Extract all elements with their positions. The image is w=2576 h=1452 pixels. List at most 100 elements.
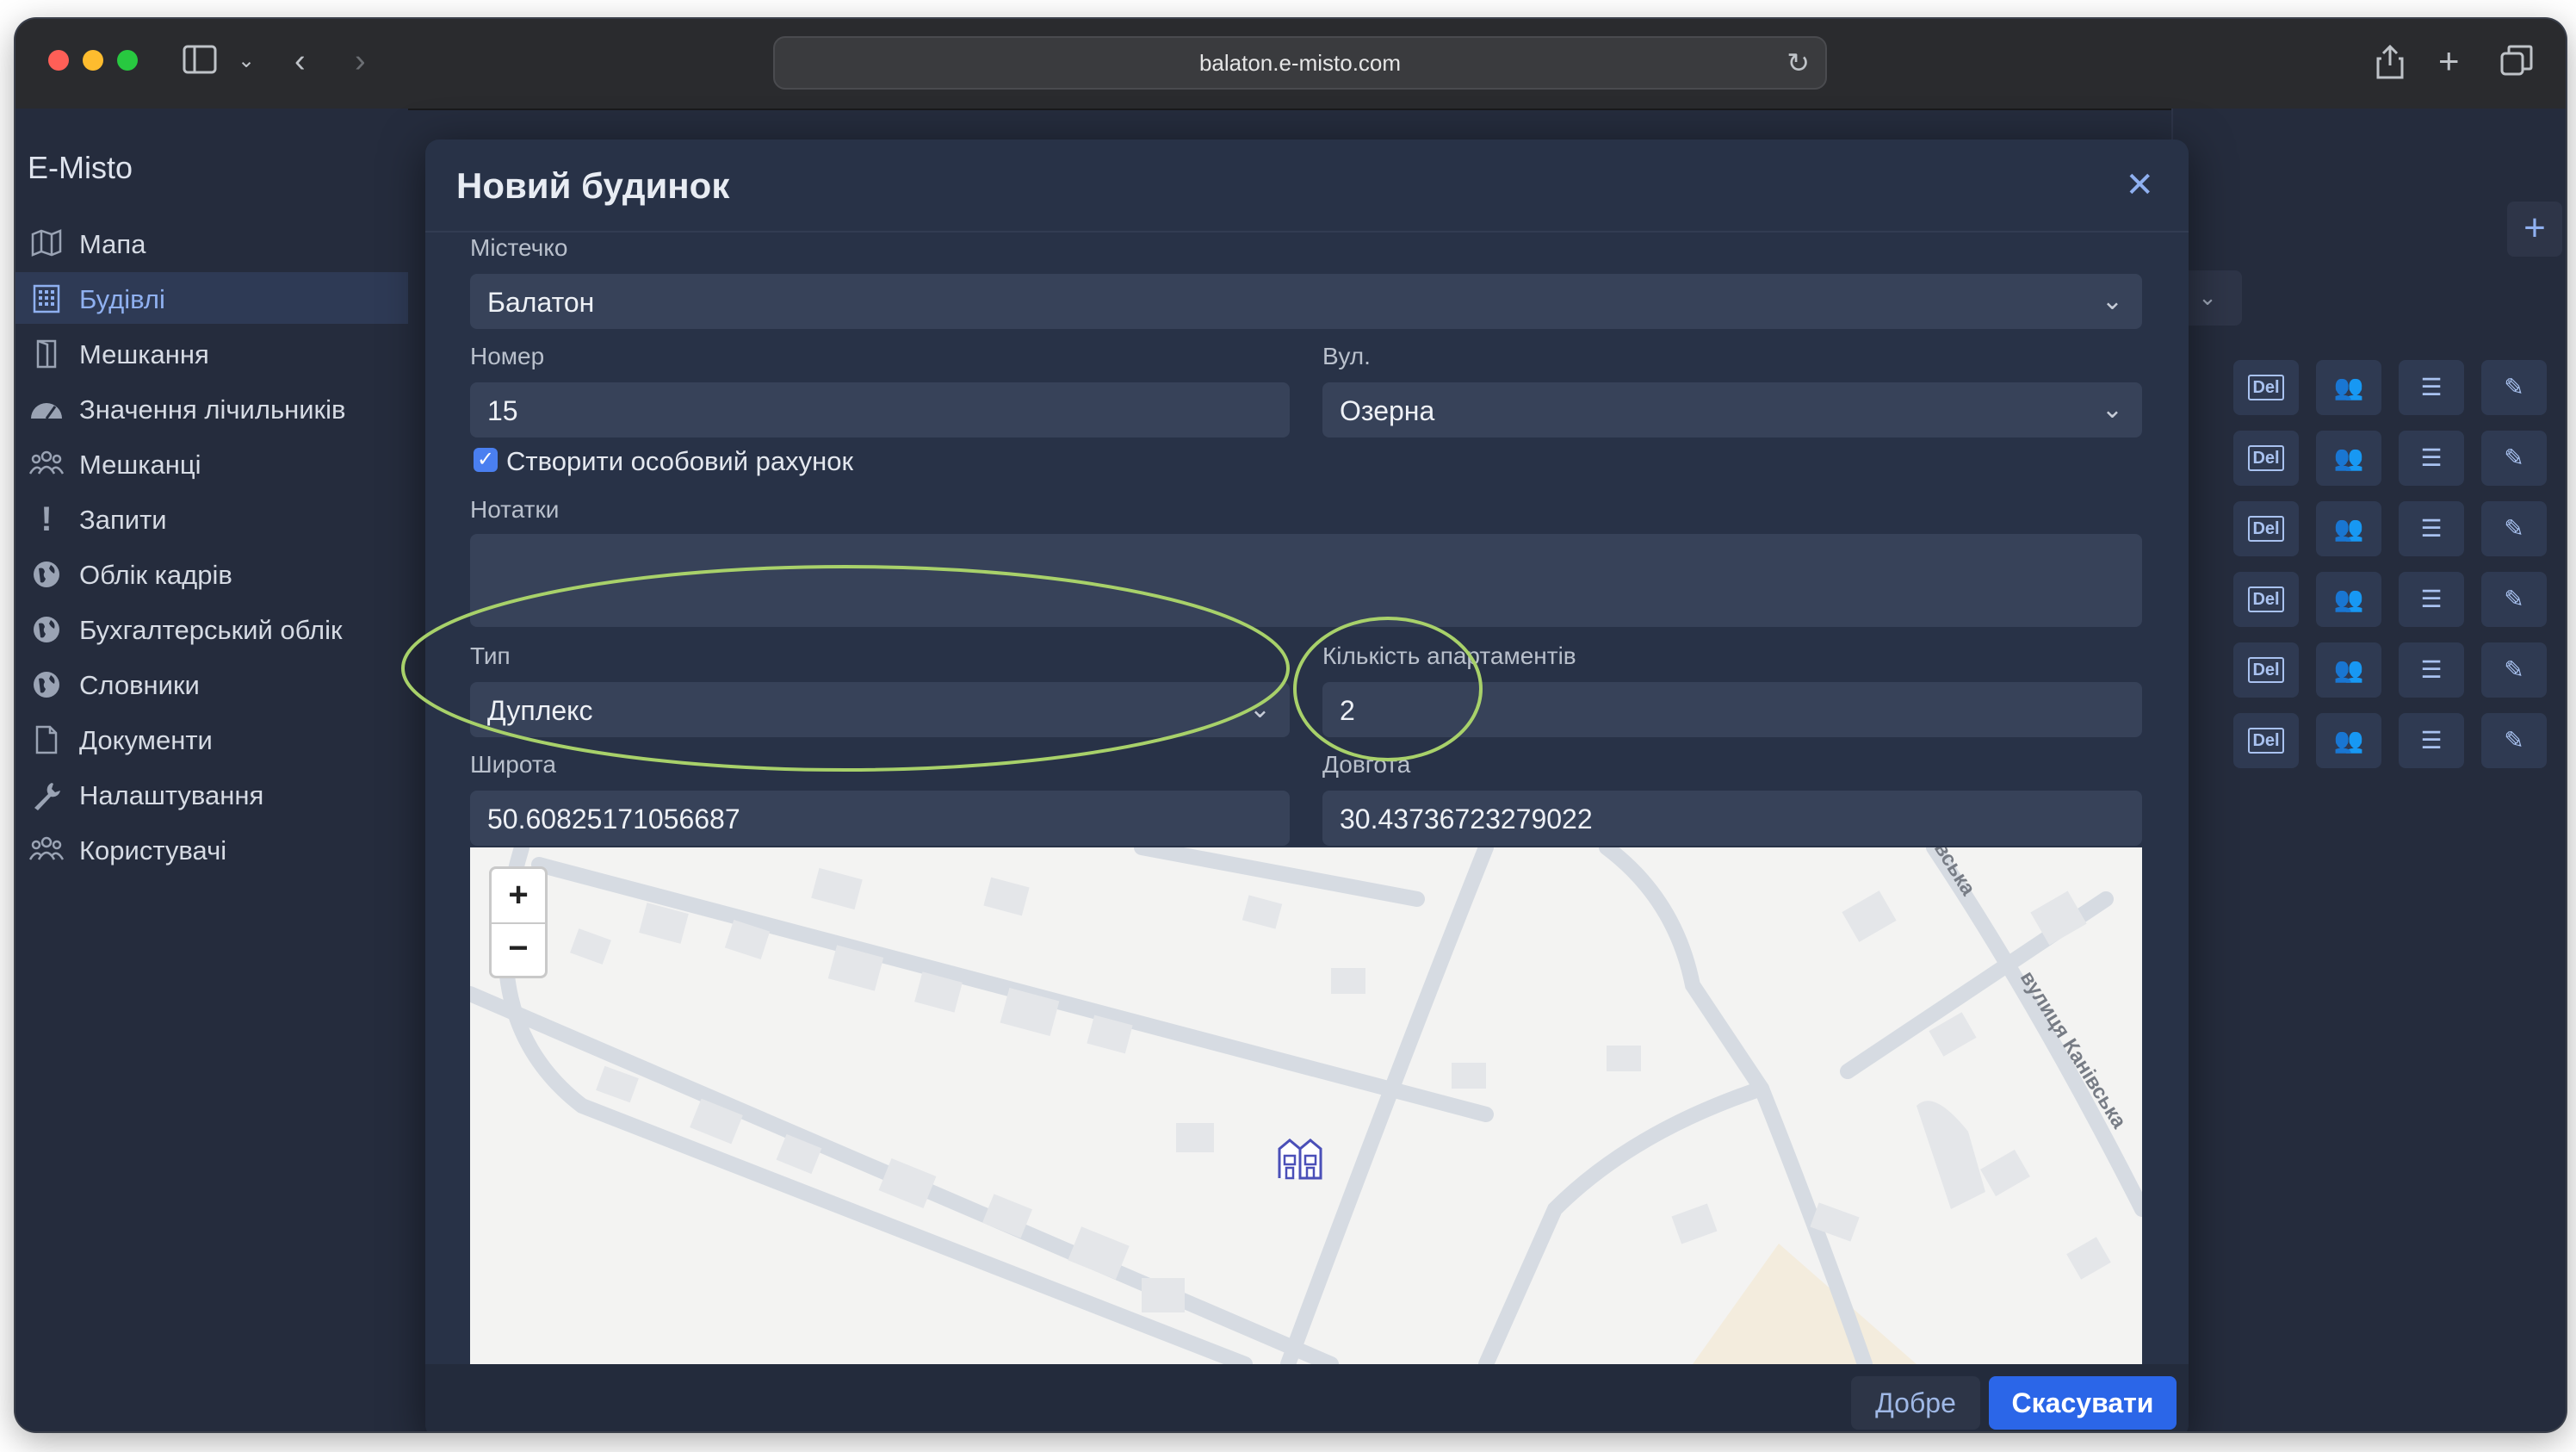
sidebar-item-residents[interactable]: Мешканці <box>15 437 408 489</box>
buildings-list-pane: + ⌄ Del 👥 ☰ ✎ Del 👥 ☰ ✎ Del 👥 ☰ ✎ Del 👥 ☰ ✎ Del 👥 ☰ ✎ Del 👥 ☰ ✎ <box>2171 109 2566 1431</box>
new-tab-icon[interactable]: + <box>2438 43 2460 79</box>
edit-icon: ✎ <box>2504 586 2524 612</box>
people-icon <box>28 450 65 479</box>
chevron-down-icon: ⌄ <box>2101 395 2123 424</box>
sidebar-item-label: Налаштування <box>79 780 264 810</box>
sidebar-item-map[interactable]: Мапа <box>15 217 408 269</box>
residents-icon: 👥 <box>2333 656 2364 683</box>
globe-icon <box>29 560 64 589</box>
address-bar[interactable]: balaton.e-misto.com ↻ <box>773 36 1827 90</box>
residents-icon: 👥 <box>2333 374 2364 400</box>
map-icon <box>29 229 64 258</box>
town-select[interactable]: Балатон ⌄ <box>470 274 2142 329</box>
sidebar-item-label: Будівлі <box>79 284 165 314</box>
residents-button[interactable]: 👥 <box>2316 360 2381 415</box>
exclamation-icon: ! <box>40 500 53 538</box>
forward-icon[interactable]: › <box>355 45 366 78</box>
sidebar-toggle-icon[interactable] <box>183 45 217 80</box>
zoom-in-button[interactable]: + <box>492 869 545 924</box>
edit-icon: ✎ <box>2504 656 2524 683</box>
sidebar-item-label: Мапа <box>79 229 146 259</box>
edit-button[interactable]: ✎ <box>2481 501 2547 556</box>
apartments-count-value: 2 <box>1340 695 1355 726</box>
sidebar-item-apartments[interactable]: Мешкання <box>15 327 408 379</box>
edit-button[interactable]: ✎ <box>2481 360 2547 415</box>
chevron-down-icon: ⌄ <box>2101 287 2123 315</box>
delete-button[interactable]: Del <box>2233 501 2299 556</box>
details-button[interactable]: ☰ <box>2399 501 2464 556</box>
details-button[interactable]: ☰ <box>2399 431 2464 486</box>
details-button[interactable]: ☰ <box>2399 642 2464 698</box>
location-map[interactable]: вулиця Канівська вська + − <box>470 847 2142 1364</box>
special-account-checkbox[interactable]: ✓ <box>474 448 498 472</box>
delete-button[interactable]: Del <box>2233 572 2299 627</box>
edit-button[interactable]: ✎ <box>2481 642 2547 698</box>
details-button[interactable]: ☰ <box>2399 713 2464 768</box>
apartments-count-field[interactable]: 2 <box>1322 682 2142 737</box>
sidebar-item-label: Документи <box>79 725 213 755</box>
town-value: Балатон <box>487 287 595 318</box>
wrench-icon <box>29 780 64 810</box>
share-icon[interactable] <box>2375 44 2406 85</box>
details-button[interactable]: ☰ <box>2399 360 2464 415</box>
cancel-button[interactable]: Скасувати <box>1989 1376 2177 1430</box>
delete-icon: Del <box>2248 657 2284 683</box>
sidebar-item-requests[interactable]: ! Запити <box>15 493 408 544</box>
latitude-field[interactable]: 50.60825171056687 <box>470 791 1290 846</box>
edit-icon: ✎ <box>2504 374 2524 400</box>
delete-button[interactable]: Del <box>2233 713 2299 768</box>
longitude-field[interactable]: 30.43736723279022 <box>1322 791 2142 846</box>
url-text: balaton.e-misto.com <box>1198 50 1402 76</box>
browser-titlebar: ⌄ ‹ › balaton.e-misto.com ↻ + <box>15 19 2566 110</box>
details-icon: ☰ <box>2420 444 2443 471</box>
delete-button[interactable]: Del <box>2233 360 2299 415</box>
back-icon[interactable]: ‹ <box>294 45 306 78</box>
chevron-down-icon: ⌄ <box>1248 695 1271 723</box>
residents-button[interactable]: 👥 <box>2316 713 2381 768</box>
type-value: Дуплекс <box>487 695 593 726</box>
residents-button[interactable]: 👥 <box>2316 431 2381 486</box>
dialog-footer: Добре Скасувати <box>425 1364 2189 1431</box>
gauge-icon <box>29 394 64 424</box>
new-building-dialog: Новий будинок ✕ Містечко Балатон ⌄ Номер… <box>425 140 2189 1431</box>
residents-button[interactable]: 👥 <box>2316 642 2381 698</box>
delete-button[interactable]: Del <box>2233 642 2299 698</box>
zoom-out-button[interactable]: − <box>492 922 545 976</box>
minimize-window-button[interactable] <box>83 50 103 71</box>
sidebar-item-label: Бухгалтерський облік <box>79 615 343 645</box>
delete-button[interactable]: Del <box>2233 431 2299 486</box>
sidebar-item-documents[interactable]: Документи <box>15 713 408 765</box>
sidebar-item-dictionaries[interactable]: Словники <box>15 658 408 710</box>
edit-button[interactable]: ✎ <box>2481 572 2547 627</box>
ok-button[interactable]: Добре <box>1851 1376 1980 1430</box>
delete-icon: Del <box>2248 516 2284 542</box>
street-select[interactable]: Озерна ⌄ <box>1322 382 2142 437</box>
chevron-down-icon: ⌄ <box>2198 284 2217 310</box>
maximize-window-button[interactable] <box>117 50 138 71</box>
edit-button[interactable]: ✎ <box>2481 431 2547 486</box>
type-select[interactable]: Дуплекс ⌄ <box>470 682 1290 737</box>
sidebar-item-users[interactable]: Користувачі <box>15 823 408 875</box>
sidebar-item-buildings[interactable]: Будівлі <box>15 272 408 324</box>
residents-button[interactable]: 👥 <box>2316 501 2381 556</box>
edit-icon: ✎ <box>2504 515 2524 542</box>
sidebar-item-meter-readings[interactable]: Значення лічильників <box>15 382 408 434</box>
chevron-down-icon[interactable]: ⌄ <box>238 45 255 78</box>
reload-icon[interactable]: ↻ <box>1786 47 1810 79</box>
sidebar-item-accounting[interactable]: Бухгалтерський облік <box>15 603 408 655</box>
details-button[interactable]: ☰ <box>2399 572 2464 627</box>
town-label: Містечко <box>470 234 568 261</box>
close-icon[interactable]: ✕ <box>2125 165 2154 205</box>
close-window-button[interactable] <box>48 50 69 71</box>
map-zoom-control: + − <box>489 866 548 978</box>
tabs-overview-icon[interactable] <box>2500 45 2533 84</box>
edit-button[interactable]: ✎ <box>2481 713 2547 768</box>
sidebar-item-hr[interactable]: Облік кадрів <box>15 548 408 599</box>
sidebar-item-settings[interactable]: Налаштування <box>15 768 408 820</box>
number-field[interactable]: 15 <box>470 382 1290 437</box>
add-building-button[interactable]: + <box>2507 202 2562 257</box>
number-value: 15 <box>487 395 518 426</box>
residents-button[interactable]: 👥 <box>2316 572 2381 627</box>
notes-textarea[interactable] <box>470 534 2142 627</box>
app-sidebar: E-Misto Мапа Будівлі Мешкання Значення л… <box>15 109 408 1431</box>
